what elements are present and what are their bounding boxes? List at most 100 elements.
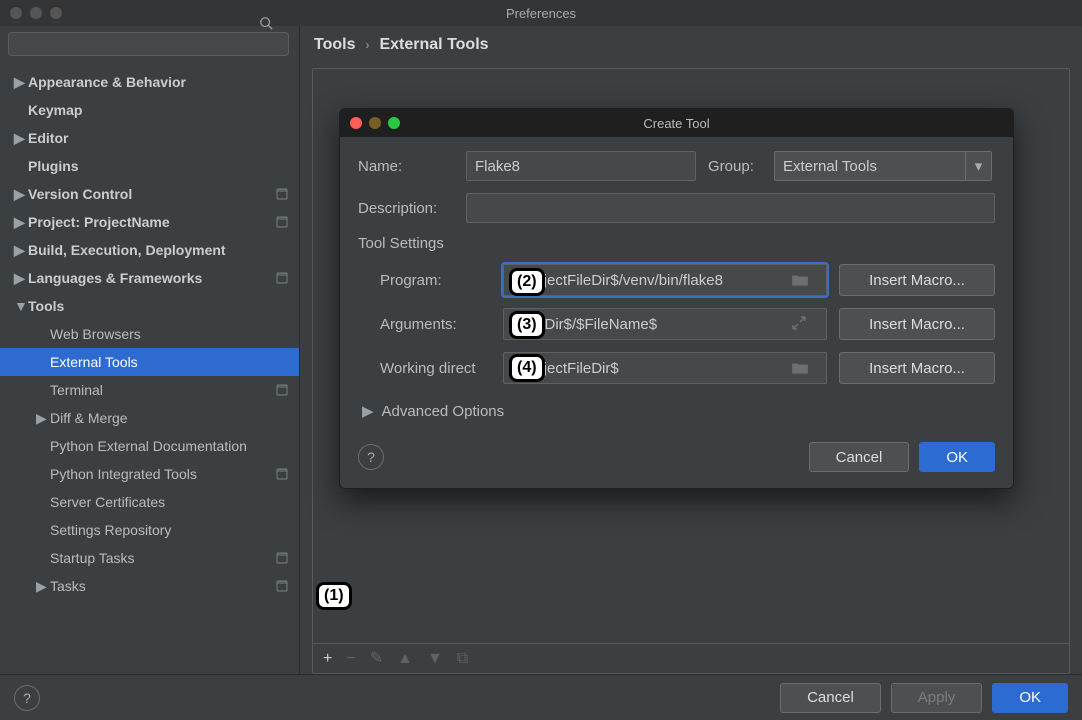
preferences-tree: ▶Appearance & BehaviorKeymap▶EditorPlugi… bbox=[0, 62, 299, 606]
sidebar-item-keymap[interactable]: Keymap bbox=[0, 96, 299, 124]
description-label: Description: bbox=[358, 200, 454, 217]
sidebar-item-label: Web Browsers bbox=[50, 326, 289, 342]
advanced-options-label: Advanced Options bbox=[382, 403, 505, 420]
chevron-right-icon: ▶ bbox=[14, 214, 28, 231]
sidebar-item-label: Settings Repository bbox=[50, 522, 289, 538]
preferences-cancel-button[interactable]: Cancel bbox=[780, 683, 881, 713]
sidebar-item-settings-repository[interactable]: Settings Repository bbox=[0, 516, 299, 544]
dialog-ok-button[interactable]: OK bbox=[919, 442, 995, 472]
chevron-right-icon: ▶ bbox=[362, 402, 374, 420]
sidebar-item-diff-merge[interactable]: ▶Diff & Merge bbox=[0, 404, 299, 432]
sidebar-item-label: Languages & Frameworks bbox=[28, 270, 269, 286]
project-level-icon bbox=[275, 383, 289, 397]
preferences-pane: Tools › External Tools Create Tool Name: bbox=[300, 26, 1082, 674]
edit-tool-button[interactable]: ✎ bbox=[370, 651, 383, 667]
group-dropdown[interactable]: External Tools ▾ bbox=[774, 151, 992, 181]
sidebar-item-label: Keymap bbox=[28, 102, 289, 118]
name-label: Name: bbox=[358, 158, 454, 175]
group-dropdown-value: External Tools bbox=[783, 158, 877, 175]
sidebar-item-terminal[interactable]: Terminal bbox=[0, 376, 299, 404]
sidebar-item-label: Project: ProjectName bbox=[28, 214, 269, 230]
preferences-ok-button[interactable]: OK bbox=[992, 683, 1068, 713]
preferences-apply-button[interactable]: Apply bbox=[891, 683, 983, 713]
remove-tool-button[interactable]: − bbox=[346, 651, 355, 667]
sidebar-item-startup-tasks[interactable]: Startup Tasks bbox=[0, 544, 299, 572]
insert-macro-workdir-button[interactable]: Insert Macro... bbox=[839, 352, 995, 384]
sidebar-item-label: Plugins bbox=[28, 158, 289, 174]
dialog-cancel-button[interactable]: Cancel bbox=[809, 442, 910, 472]
dialog-help-button[interactable]: ? bbox=[358, 444, 384, 470]
sidebar-item-editor[interactable]: ▶Editor bbox=[0, 124, 299, 152]
chevron-right-icon: ▶ bbox=[14, 130, 28, 147]
external-tools-area: Create Tool Name: Group: External Tools … bbox=[312, 68, 1070, 674]
chevron-right-icon: › bbox=[365, 38, 369, 52]
preferences-help-button[interactable]: ? bbox=[14, 685, 40, 711]
sidebar-item-label: Diff & Merge bbox=[50, 410, 289, 426]
insert-macro-arguments-button[interactable]: Insert Macro... bbox=[839, 308, 995, 340]
group-label: Group: bbox=[708, 158, 762, 175]
project-level-icon bbox=[275, 467, 289, 481]
preferences-bottombar: ? Cancel Apply OK bbox=[0, 674, 1082, 720]
sidebar-item-label: Tasks bbox=[50, 578, 269, 594]
copy-tool-button[interactable]: ⧉ bbox=[457, 651, 468, 667]
description-input[interactable] bbox=[466, 193, 995, 223]
sidebar-item-server-certificates[interactable]: Server Certificates bbox=[0, 488, 299, 516]
sidebar-item-build-execution-deployment[interactable]: ▶Build, Execution, Deployment bbox=[0, 236, 299, 264]
callout-4: (4) bbox=[509, 354, 545, 382]
sidebar-item-appearance-behavior[interactable]: ▶Appearance & Behavior bbox=[0, 68, 299, 96]
callout-3: (3) bbox=[509, 311, 545, 339]
chevron-down-icon[interactable]: ▾ bbox=[965, 152, 991, 180]
project-level-icon bbox=[275, 579, 289, 593]
sidebar-item-label: Build, Execution, Deployment bbox=[28, 242, 289, 258]
sidebar-item-version-control[interactable]: ▶Version Control bbox=[0, 180, 299, 208]
sidebar-item-python-external-documentation[interactable]: Python External Documentation bbox=[0, 432, 299, 460]
project-level-icon bbox=[275, 187, 289, 201]
workdir-label: Working direct bbox=[358, 360, 503, 377]
chevron-down-icon: ▼ bbox=[14, 298, 28, 314]
search-input[interactable] bbox=[8, 32, 289, 56]
sidebar-item-label: Appearance & Behavior bbox=[28, 74, 289, 90]
sidebar-item-tasks[interactable]: ▶Tasks bbox=[0, 572, 299, 600]
window-titlebar: Preferences bbox=[0, 0, 1082, 26]
breadcrumb-leaf: External Tools bbox=[379, 36, 488, 54]
chevron-right-icon: ▶ bbox=[36, 578, 50, 595]
sidebar-item-label: Tools bbox=[28, 298, 289, 314]
move-up-button[interactable]: ▲ bbox=[397, 651, 413, 667]
project-level-icon bbox=[275, 271, 289, 285]
name-input[interactable] bbox=[466, 151, 696, 181]
callout-1: (1) bbox=[316, 582, 352, 610]
arguments-input[interactable] bbox=[503, 308, 827, 340]
dialog-title: Create Tool bbox=[340, 116, 1013, 131]
sidebar-item-label: Startup Tasks bbox=[50, 550, 269, 566]
expand-icon[interactable] bbox=[791, 315, 809, 333]
tools-list-toolbar: + − ✎ ▲ ▼ ⧉ bbox=[313, 643, 1069, 673]
sidebar-item-python-integrated-tools[interactable]: Python Integrated Tools bbox=[0, 460, 299, 488]
sidebar-item-label: External Tools bbox=[50, 354, 289, 370]
sidebar-item-languages-frameworks[interactable]: ▶Languages & Frameworks bbox=[0, 264, 299, 292]
breadcrumb-root[interactable]: Tools bbox=[314, 36, 355, 54]
preferences-sidebar: ▶Appearance & BehaviorKeymap▶EditorPlugi… bbox=[0, 26, 300, 674]
chevron-right-icon: ▶ bbox=[14, 74, 28, 91]
chevron-right-icon: ▶ bbox=[14, 186, 28, 203]
sidebar-item-plugins[interactable]: Plugins bbox=[0, 152, 299, 180]
dialog-titlebar: Create Tool bbox=[340, 109, 1013, 137]
add-tool-button[interactable]: + bbox=[323, 651, 332, 667]
sidebar-item-tools[interactable]: ▼Tools bbox=[0, 292, 299, 320]
project-level-icon bbox=[275, 215, 289, 229]
chevron-right-icon: ▶ bbox=[14, 242, 28, 259]
sidebar-item-project-projectname[interactable]: ▶Project: ProjectName bbox=[0, 208, 299, 236]
program-input[interactable] bbox=[503, 264, 827, 296]
move-down-button[interactable]: ▼ bbox=[427, 651, 443, 667]
advanced-options-toggle[interactable]: ▶ Advanced Options bbox=[362, 402, 995, 420]
chevron-right-icon: ▶ bbox=[14, 270, 28, 287]
tool-settings-header: Tool Settings bbox=[358, 235, 995, 252]
folder-icon[interactable] bbox=[791, 359, 809, 377]
workdir-input[interactable] bbox=[503, 352, 827, 384]
sidebar-item-label: Terminal bbox=[50, 382, 269, 398]
sidebar-item-web-browsers[interactable]: Web Browsers bbox=[0, 320, 299, 348]
insert-macro-program-button[interactable]: Insert Macro... bbox=[839, 264, 995, 296]
arguments-label: Arguments: bbox=[358, 316, 503, 333]
folder-icon[interactable] bbox=[791, 271, 809, 289]
sidebar-item-external-tools[interactable]: External Tools bbox=[0, 348, 299, 376]
chevron-right-icon: ▶ bbox=[36, 410, 50, 427]
